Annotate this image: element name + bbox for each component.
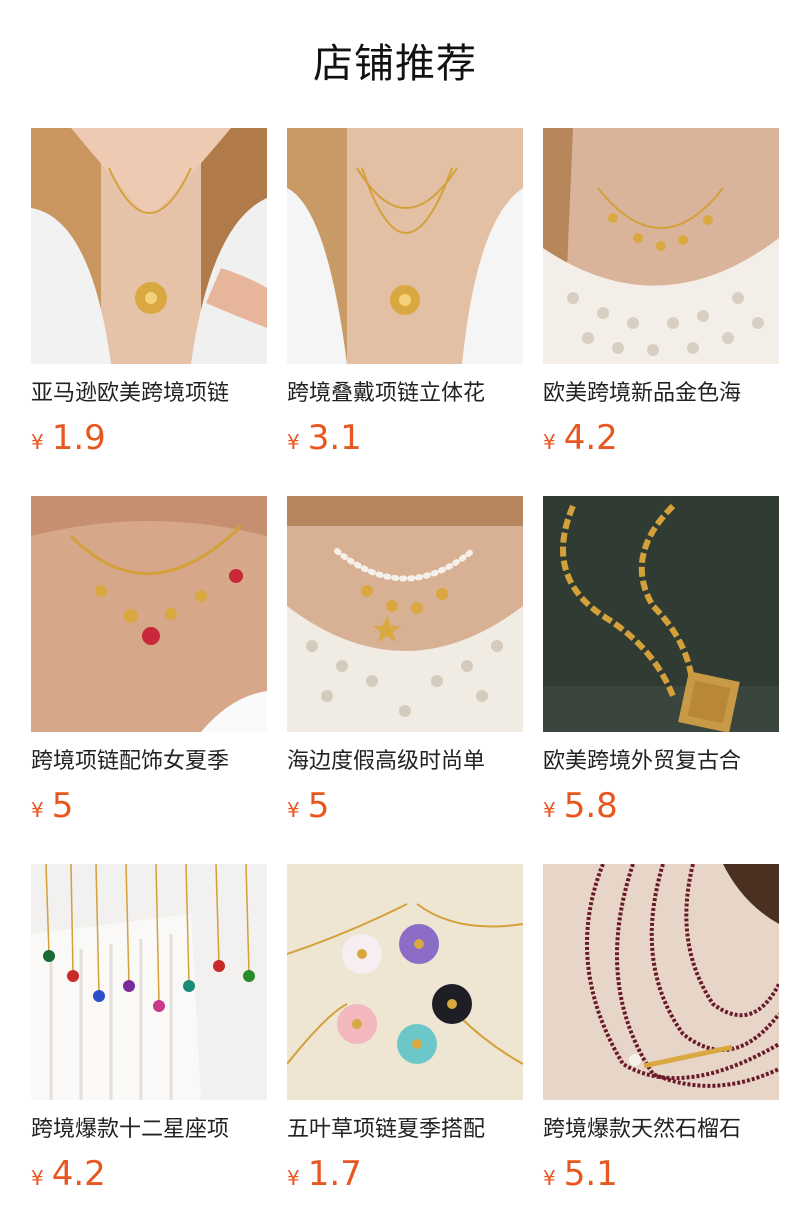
price-value: 5 — [307, 786, 330, 826]
product-price: ¥4.2 — [31, 1152, 106, 1196]
product-name[interactable]: 跨境项链配饰女夏季 — [31, 744, 267, 780]
store-recommendation-page: 店铺推荐 亚马逊欧美跨境项链 ¥1.9 跨境叠戴项链立体花 ¥ 3.1 欧美跨境… — [0, 0, 790, 1232]
product-image[interactable] — [543, 128, 779, 364]
product-image[interactable] — [31, 128, 267, 364]
product-card[interactable]: 五叶草项链夏季搭配 ¥1.7 — [287, 864, 523, 1232]
product-card[interactable]: 亚马逊欧美跨境项链 ¥1.9 — [31, 128, 267, 496]
product-card[interactable]: 跨境项链配饰女夏季 ¥5 — [31, 496, 267, 864]
product-image[interactable] — [543, 864, 779, 1100]
product-card[interactable]: 跨境爆款十二星座项 ¥4.2 — [31, 864, 267, 1232]
product-image[interactable] — [31, 496, 267, 732]
product-card[interactable]: 欧美跨境新品金色海 ¥4.2 — [543, 128, 779, 496]
price-value: 4.2 — [51, 1154, 106, 1194]
product-name[interactable]: 跨境爆款十二星座项 — [31, 1112, 267, 1148]
product-price: ¥5.8 — [543, 784, 618, 828]
product-price: ¥1.9 — [31, 416, 106, 460]
product-name[interactable]: 欧美跨境外贸复古合 — [543, 744, 779, 780]
currency-symbol: ¥ — [31, 1166, 44, 1190]
product-card[interactable]: 欧美跨境外贸复古合 ¥5.8 — [543, 496, 779, 864]
product-card[interactable]: 跨境叠戴项链立体花 ¥3.1 — [287, 128, 523, 496]
currency-symbol: ¥ — [287, 798, 300, 822]
product-name[interactable]: 海边度假高级时尚单 — [287, 744, 523, 780]
product-card[interactable]: 跨境爆款天然石榴石 ¥5.1 — [543, 864, 779, 1232]
currency-symbol: ¥ — [31, 430, 44, 454]
product-price: ¥1.7 — [287, 1152, 362, 1196]
product-price: ¥3.1 — [287, 416, 362, 460]
currency-symbol: ¥ — [31, 798, 44, 822]
product-grid: 亚马逊欧美跨境项链 ¥1.9 跨境叠戴项链立体花 ¥ 3.1 欧美跨境新品金色海… — [31, 128, 779, 1232]
price-value: 5.1 — [563, 1154, 618, 1194]
product-image[interactable] — [287, 864, 523, 1100]
product-name[interactable]: 跨境爆款天然石榴石 — [543, 1112, 779, 1148]
currency-symbol: ¥ — [543, 430, 556, 454]
product-image[interactable] — [31, 864, 267, 1100]
product-price: ¥5 — [287, 784, 329, 828]
price-value: 5 — [51, 786, 74, 826]
product-price: ¥5.1 — [543, 1152, 618, 1196]
product-price: ¥5 — [31, 784, 73, 828]
price-value: 4.2 — [563, 418, 618, 458]
product-image[interactable] — [543, 496, 779, 732]
product-name[interactable]: 跨境叠戴项链立体花 — [287, 376, 523, 412]
product-name[interactable]: 亚马逊欧美跨境项链 — [31, 376, 267, 412]
product-name[interactable]: 欧美跨境新品金色海 — [543, 376, 779, 412]
currency-symbol: ¥ — [287, 430, 300, 454]
product-image[interactable] — [287, 128, 523, 364]
page-title: 店铺推荐 — [313, 41, 477, 87]
product-price: ¥4.2 — [543, 416, 618, 460]
currency-symbol: ¥ — [543, 798, 556, 822]
price-value: 5.8 — [563, 786, 618, 826]
currency-symbol: ¥ — [287, 1166, 300, 1190]
price-value: 1.9 — [51, 418, 106, 458]
product-image[interactable] — [287, 496, 523, 732]
currency-symbol: ¥ — [543, 1166, 556, 1190]
price-value: 1.7 — [307, 1154, 362, 1194]
price-value: 3.1 — [307, 418, 362, 458]
product-name[interactable]: 五叶草项链夏季搭配 — [287, 1112, 523, 1148]
product-card[interactable]: 海边度假高级时尚单 ¥5 — [287, 496, 523, 864]
